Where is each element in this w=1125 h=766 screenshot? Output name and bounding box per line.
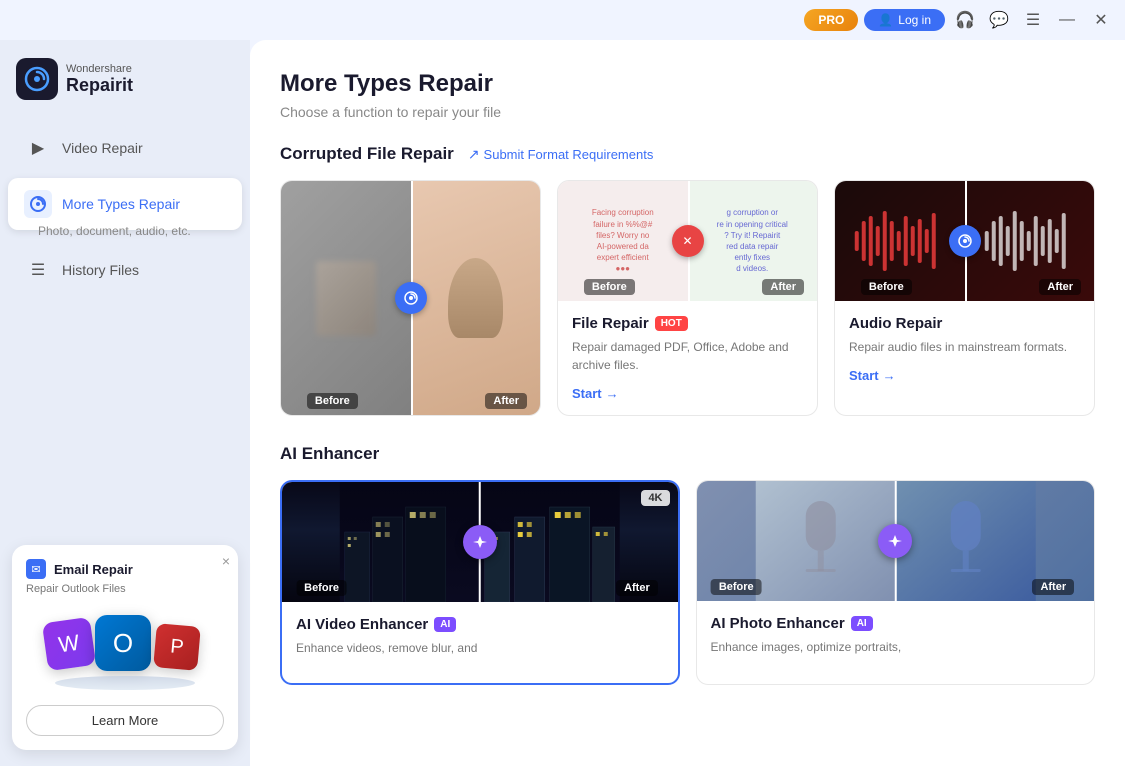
ai-video-title: AI Video Enhancer AI xyxy=(296,616,664,633)
after-label-file: After xyxy=(762,279,804,295)
close-button[interactable]: ✕ xyxy=(1087,6,1115,34)
sidebar-item-label-more: More Types Repair xyxy=(62,196,180,212)
after-label-video: After xyxy=(616,580,658,596)
before-label-ai-photo: Before xyxy=(711,579,762,595)
email-promo-title: Email Repair xyxy=(54,562,133,577)
minimize-button[interactable]: — xyxy=(1053,6,1081,34)
corrupted-cards-grid: Before After Photo Repair HOT Repair cor… xyxy=(280,180,1095,416)
ai-video-image: Before After 4K xyxy=(282,482,678,602)
pro-badge[interactable]: PRO xyxy=(804,9,858,31)
arrow-icon-file: → xyxy=(606,386,619,401)
ai-video-card[interactable]: Before After 4K xyxy=(280,480,680,685)
before-label-file: Before xyxy=(584,279,635,295)
photo-repair-body: Photo Repair HOT Repair corrupted photos… xyxy=(281,415,540,416)
close-icon-small: × xyxy=(222,553,230,569)
ai-photo-center-icon xyxy=(878,524,912,558)
corrupted-section-title: Corrupted File Repair xyxy=(280,144,454,164)
after-label-audio: After xyxy=(1039,279,1081,295)
video-repair-icon: ▶ xyxy=(24,134,52,162)
ai-badge-photo: AI xyxy=(851,616,873,631)
file-badge: ✕ xyxy=(672,225,704,257)
corrupted-section-header: Corrupted File Repair ↗ Submit Format Re… xyxy=(280,144,1095,164)
audio-badge xyxy=(949,225,981,257)
ai-badge-video: AI xyxy=(434,617,456,632)
ai-photo-image: Before After xyxy=(697,481,1095,601)
ai-video-body: AI Video Enhancer AI Enhance videos, rem… xyxy=(282,602,678,683)
arrow-icon-audio: → xyxy=(883,368,896,383)
headphone-icon: 🎧 xyxy=(955,10,975,30)
ai-cards-grid: Before After 4K xyxy=(280,480,1095,685)
submit-format-link[interactable]: ↗ Submit Format Requirements xyxy=(468,146,654,163)
email-promo-close-button[interactable]: × xyxy=(222,553,230,569)
sidebar-item-more-types-repair[interactable]: More Types Repair xyxy=(8,178,242,230)
sidebar-item-history-files[interactable]: ☰ History Files xyxy=(8,244,242,296)
file-repair-desc: Repair damaged PDF, Office, Adobe and ar… xyxy=(572,338,803,374)
login-button[interactable]: 👤 Log in xyxy=(864,9,945,31)
app-body: Wondershare Repairit ▶ Video Repair More… xyxy=(0,40,1125,766)
page-title: More Types Repair xyxy=(280,70,1095,98)
audio-repair-card[interactable]: Before After Audio Repair Repair audio f… xyxy=(834,180,1095,416)
email-promo-card: × ✉ Email Repair Repair Outlook Files W … xyxy=(12,545,238,750)
ai-video-center-icon xyxy=(463,525,497,559)
main-content: More Types Repair Choose a function to r… xyxy=(250,40,1125,766)
close-icon: ✕ xyxy=(1094,10,1107,30)
before-label-audio: Before xyxy=(861,279,912,295)
logo-area: Wondershare Repairit xyxy=(0,50,250,120)
email-promo-header: ✉ Email Repair xyxy=(26,559,224,579)
sidebar: Wondershare Repairit ▶ Video Repair More… xyxy=(0,40,250,766)
ai-section-header: AI Enhancer xyxy=(280,444,1095,464)
menu-icon-button[interactable]: ☰ xyxy=(1019,6,1047,34)
headphone-icon-button[interactable]: 🎧 xyxy=(951,6,979,34)
before-label-photo: Before xyxy=(307,393,358,409)
after-label-ai-photo: After xyxy=(1032,579,1074,595)
more-types-icon xyxy=(24,190,52,218)
audio-repair-start[interactable]: Start → xyxy=(849,368,1080,383)
file-repair-body: File Repair HOT Repair damaged PDF, Offi… xyxy=(558,301,817,415)
4k-tag: 4K xyxy=(641,490,669,506)
audio-repair-desc: Repair audio files in mainstream formats… xyxy=(849,338,1080,356)
menu-icon: ☰ xyxy=(1026,10,1040,30)
page-subtitle: Choose a function to repair your file xyxy=(280,104,1095,120)
learn-more-button[interactable]: Learn More xyxy=(26,705,224,736)
chat-icon: 💬 xyxy=(989,10,1009,30)
ai-section-title: AI Enhancer xyxy=(280,444,379,464)
ai-photo-body: AI Photo Enhancer AI Enhance images, opt… xyxy=(697,601,1095,682)
chat-icon-button[interactable]: 💬 xyxy=(985,6,1013,34)
ai-photo-card[interactable]: Before After AI Photo Enhance xyxy=(696,480,1096,685)
photo-repair-image: Before After xyxy=(281,181,540,415)
photo-repair-card[interactable]: Before After Photo Repair HOT Repair cor… xyxy=(280,180,541,416)
hot-badge-file: HOT xyxy=(655,316,688,331)
sidebar-item-label-video: Video Repair xyxy=(62,140,143,156)
repair-badge xyxy=(395,282,427,314)
file-repair-image: Facing corruptionfailure in %%@#files? W… xyxy=(558,181,817,301)
before-label-video: Before xyxy=(296,580,347,596)
email-promo-subtitle: Repair Outlook Files xyxy=(26,583,224,595)
file-repair-start[interactable]: Start → xyxy=(572,386,803,401)
file-repair-card[interactable]: Facing corruptionfailure in %%@#files? W… xyxy=(557,180,818,416)
audio-repair-title: Audio Repair xyxy=(849,315,1080,332)
sidebar-item-label-history: History Files xyxy=(62,262,139,278)
minimize-icon: — xyxy=(1059,11,1075,29)
logo-text: Wondershare Repairit xyxy=(66,63,133,96)
email-promo-image: W O P xyxy=(26,605,224,695)
external-link-icon: ↗ xyxy=(468,146,480,163)
user-icon: 👤 xyxy=(878,13,893,27)
logo-brand: Wondershare xyxy=(66,63,133,75)
ai-photo-title: AI Photo Enhancer AI xyxy=(711,615,1081,632)
after-label-photo: After xyxy=(485,393,527,409)
audio-repair-body: Audio Repair Repair audio files in mains… xyxy=(835,301,1094,397)
sidebar-item-video-repair[interactable]: ▶ Video Repair xyxy=(8,122,242,174)
email-icon: ✉ xyxy=(26,559,46,579)
title-bar: PRO 👤 Log in 🎧 💬 ☰ — ✕ xyxy=(0,0,1125,40)
ai-photo-desc: Enhance images, optimize portraits, xyxy=(711,638,1081,656)
file-repair-title: File Repair HOT xyxy=(572,315,803,332)
sidebar-sub-label: Photo, document, audio, etc. xyxy=(38,224,250,238)
history-icon: ☰ xyxy=(24,256,52,284)
audio-repair-image: Before After xyxy=(835,181,1094,301)
app-logo-icon xyxy=(16,58,58,100)
logo-name: Repairit xyxy=(66,75,133,96)
ai-video-desc: Enhance videos, remove blur, and xyxy=(296,639,664,657)
